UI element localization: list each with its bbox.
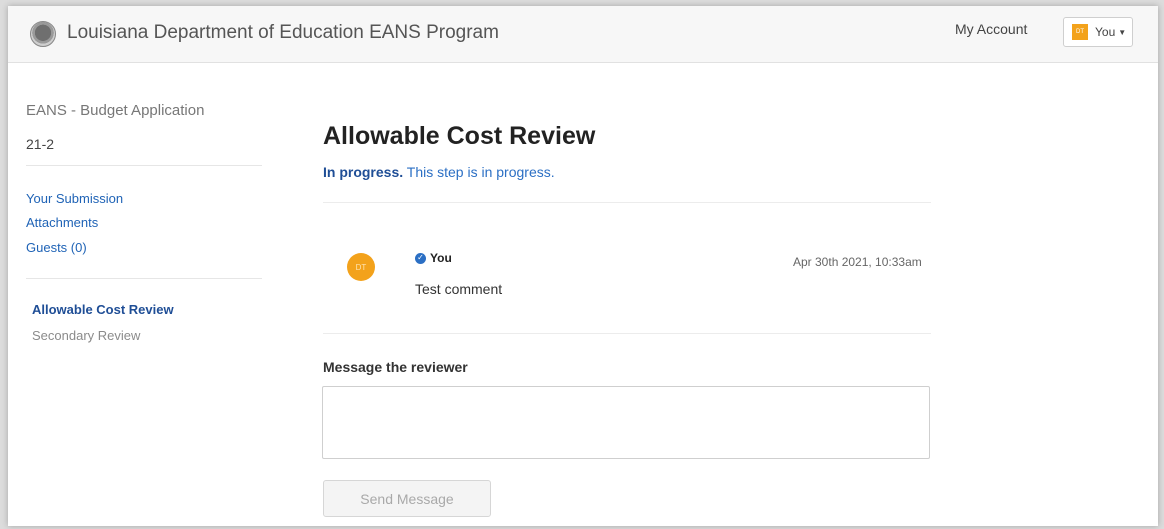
comment-text: Test comment [415, 281, 503, 297]
comment-avatar: DT [347, 253, 375, 281]
comment-author-name: You [430, 251, 452, 265]
verified-check-icon: ✓ [415, 252, 426, 264]
sidebar-link-your-submission[interactable]: Your Submission [26, 191, 123, 206]
sidebar-step-allowable-cost-review[interactable]: Allowable Cost Review [32, 302, 174, 317]
sidebar-divider [26, 165, 262, 166]
user-avatar: DT [1072, 24, 1088, 40]
sidebar-link-guests[interactable]: Guests (0) [26, 240, 87, 255]
caret-down-icon: ▼ [1118, 27, 1127, 37]
message-input[interactable] [322, 386, 930, 459]
sidebar-subtitle: 21-2 [26, 136, 55, 152]
status-label: In progress. [323, 164, 404, 180]
user-menu-label: You [1095, 25, 1116, 39]
comment-timestamp: Apr 30th 2021, 10:33am [793, 255, 922, 269]
app-title: Louisiana Department of Education EANS P… [67, 22, 499, 43]
content-divider [323, 202, 931, 203]
comment-author: ✓ You [415, 251, 452, 265]
sidebar-divider [26, 278, 262, 279]
my-account-link[interactable]: My Account [955, 21, 1027, 37]
status-text: In progress. This step is in progress. [323, 164, 555, 180]
page-title: Allowable Cost Review [323, 122, 596, 150]
top-navbar: Louisiana Department of Education EANS P… [8, 6, 1158, 63]
department-logo-icon [30, 21, 56, 47]
sidebar-link-attachments[interactable]: Attachments [26, 215, 98, 230]
message-label: Message the reviewer [323, 359, 468, 375]
content-divider [323, 333, 931, 334]
app-window: Louisiana Department of Education EANS P… [8, 6, 1158, 526]
user-menu-button[interactable]: DT You ▼ [1063, 17, 1133, 47]
status-description: This step is in progress. [406, 164, 555, 180]
send-message-button[interactable]: Send Message [323, 480, 491, 517]
sidebar-title: EANS - Budget Application [26, 102, 205, 119]
sidebar-step-secondary-review: Secondary Review [32, 328, 141, 343]
